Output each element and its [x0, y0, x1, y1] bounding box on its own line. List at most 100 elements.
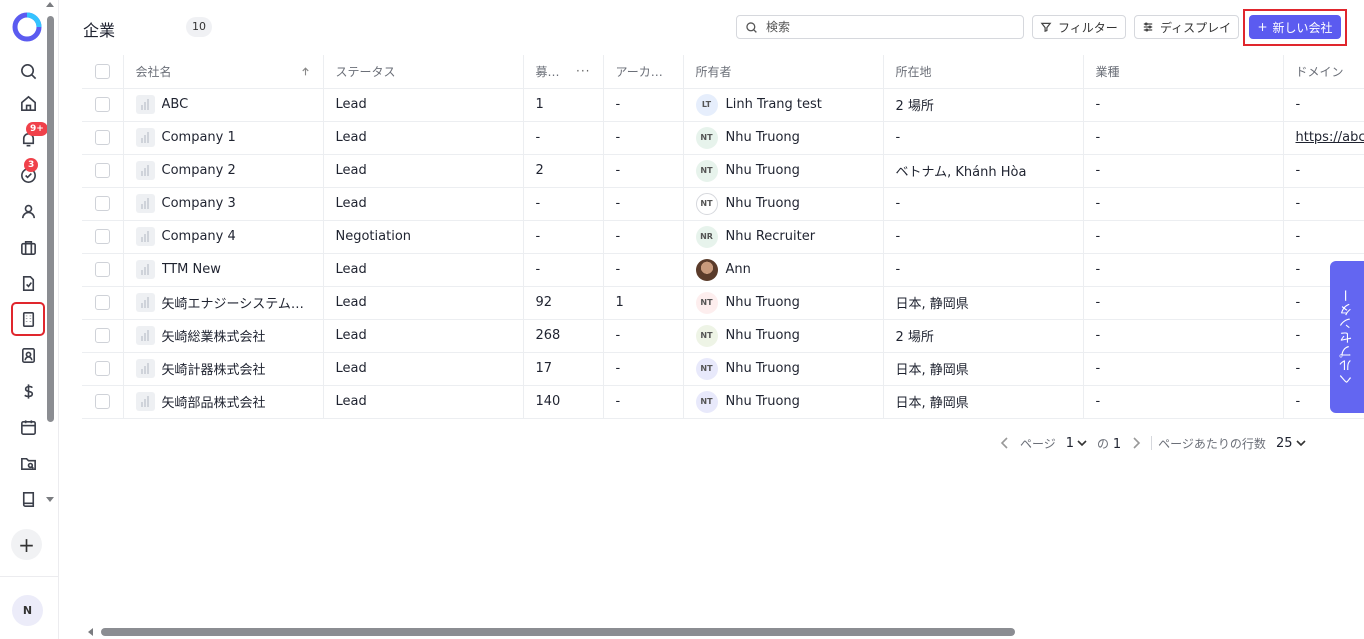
- horizontal-scrollbar[interactable]: [101, 628, 1015, 636]
- company-name-cell[interactable]: TTM New: [123, 253, 324, 287]
- building-icon[interactable]: [11, 302, 45, 336]
- archive-cell[interactable]: -: [603, 319, 684, 353]
- bell-icon[interactable]: 9+: [14, 122, 48, 153]
- next-page-icon[interactable]: [1131, 437, 1141, 449]
- briefcase-icon[interactable]: [14, 233, 42, 261]
- archive-cell[interactable]: -: [603, 220, 684, 254]
- column-header-archive[interactable]: アーカ…: [603, 55, 684, 89]
- company-name-cell[interactable]: 矢崎部品株式会社: [123, 385, 324, 419]
- location-cell[interactable]: -: [883, 187, 1084, 221]
- status-cell[interactable]: Lead: [323, 187, 524, 221]
- company-name-cell[interactable]: 矢崎エナジーシステム株式会社: [123, 286, 324, 320]
- rows-per-page-select[interactable]: 25: [1276, 436, 1307, 451]
- help-center-tab[interactable]: ヘルプセンター: [1330, 261, 1364, 413]
- user-avatar[interactable]: N: [12, 595, 43, 626]
- recruiting-cell[interactable]: 92: [523, 286, 604, 320]
- dollar-icon[interactable]: [14, 377, 42, 405]
- recruiting-cell[interactable]: 268: [523, 319, 604, 353]
- contact-card-icon[interactable]: [14, 341, 42, 369]
- column-header-recruiting[interactable]: 募… ···: [523, 55, 604, 89]
- recruiting-cell[interactable]: 140: [523, 385, 604, 419]
- company-name-cell[interactable]: Company 2: [123, 154, 324, 188]
- archive-cell[interactable]: -: [603, 154, 684, 188]
- column-header-industry[interactable]: 業種: [1083, 55, 1284, 89]
- status-cell[interactable]: Lead: [323, 88, 524, 122]
- archive-cell[interactable]: -: [603, 253, 684, 287]
- row-checkbox[interactable]: [94, 229, 110, 244]
- location-cell[interactable]: -: [883, 121, 1084, 155]
- owner-cell[interactable]: LT Linh Trang test: [683, 88, 884, 122]
- location-cell[interactable]: 2 場所: [883, 88, 1084, 122]
- recruiting-cell[interactable]: 1: [523, 88, 604, 122]
- owner-cell[interactable]: NT Nhu Truong: [683, 385, 884, 419]
- owner-cell[interactable]: NT Nhu Truong: [683, 352, 884, 386]
- table-row[interactable]: 矢崎部品株式会社 Lead 140- NT Nhu Truong 日本, 静岡県 - -: [82, 385, 1364, 419]
- column-header-owner[interactable]: 所有者: [683, 55, 884, 89]
- industry-cell[interactable]: -: [1083, 121, 1284, 155]
- row-checkbox[interactable]: [94, 394, 110, 409]
- app-logo[interactable]: [12, 12, 42, 42]
- industry-cell[interactable]: -: [1083, 319, 1284, 353]
- row-checkbox[interactable]: [94, 196, 110, 211]
- location-cell[interactable]: 日本, 静岡県: [883, 385, 1084, 419]
- domain-cell[interactable]: -: [1283, 220, 1364, 254]
- book-icon[interactable]: [14, 485, 42, 513]
- industry-cell[interactable]: -: [1083, 352, 1284, 386]
- domain-link[interactable]: https://abc.: [1296, 130, 1364, 145]
- recruiting-cell[interactable]: 2: [523, 154, 604, 188]
- filter-button[interactable]: フィルター: [1032, 15, 1126, 39]
- row-checkbox[interactable]: [94, 295, 110, 310]
- column-header-domain[interactable]: ドメイン: [1283, 55, 1364, 89]
- industry-cell[interactable]: -: [1083, 286, 1284, 320]
- status-cell[interactable]: Lead: [323, 121, 524, 155]
- table-row[interactable]: ABC Lead 1- LT Linh Trang test 2 場所 - -: [82, 88, 1364, 122]
- industry-cell[interactable]: -: [1083, 154, 1284, 188]
- folder-search-icon[interactable]: [14, 449, 42, 477]
- row-checkbox[interactable]: [94, 262, 110, 277]
- row-checkbox[interactable]: [94, 328, 110, 343]
- status-cell[interactable]: Lead: [323, 154, 524, 188]
- location-cell[interactable]: 日本, 静岡県: [883, 286, 1084, 320]
- owner-cell[interactable]: NT Nhu Truong: [683, 121, 884, 155]
- scroll-up-arrow-icon[interactable]: [46, 2, 54, 7]
- owner-cell[interactable]: Ann: [683, 253, 884, 287]
- industry-cell[interactable]: -: [1083, 187, 1284, 221]
- status-cell[interactable]: Lead: [323, 319, 524, 353]
- status-cell[interactable]: Lead: [323, 385, 524, 419]
- owner-cell[interactable]: NT Nhu Truong: [683, 154, 884, 188]
- table-row[interactable]: 矢崎計器株式会社 Lead 17- NT Nhu Truong 日本, 静岡県 - -: [82, 352, 1364, 386]
- row-checkbox[interactable]: [94, 361, 110, 376]
- add-workspace-button[interactable]: +: [11, 529, 42, 560]
- scroll-down-arrow-icon[interactable]: [46, 497, 54, 502]
- location-cell[interactable]: -: [883, 220, 1084, 254]
- recruiting-cell[interactable]: -: [523, 253, 604, 287]
- display-button[interactable]: ディスプレイ: [1134, 15, 1240, 39]
- company-name-cell[interactable]: Company 4: [123, 220, 324, 254]
- column-header-location[interactable]: 所在地: [883, 55, 1084, 89]
- archive-cell[interactable]: 1: [603, 286, 684, 320]
- owner-cell[interactable]: NT Nhu Truong: [683, 286, 884, 320]
- more-icon[interactable]: ···: [576, 64, 590, 78]
- column-header-name[interactable]: 会社名: [123, 55, 324, 89]
- table-row[interactable]: 矢崎総業株式会社 Lead 268- NT Nhu Truong 2 場所 - -: [82, 319, 1364, 353]
- tasks-icon[interactable]: 3: [14, 158, 42, 189]
- recruiting-cell[interactable]: 17: [523, 352, 604, 386]
- location-cell[interactable]: 2 場所: [883, 319, 1084, 353]
- search-icon[interactable]: [14, 57, 42, 85]
- table-row[interactable]: TTM New Lead - - Ann - - -: [82, 253, 1364, 287]
- company-name-cell[interactable]: Company 1: [123, 121, 324, 155]
- status-cell[interactable]: Lead: [323, 352, 524, 386]
- location-cell[interactable]: 日本, 静岡県: [883, 352, 1084, 386]
- owner-cell[interactable]: NT Nhu Truong: [683, 187, 884, 221]
- recruiting-cell[interactable]: -: [523, 187, 604, 221]
- table-row[interactable]: Company 1 Lead - - NT Nhu Truong - - https://abc…: [82, 121, 1364, 155]
- home-icon[interactable]: [14, 89, 42, 117]
- owner-cell[interactable]: NR Nhu Recruiter: [683, 220, 884, 254]
- table-row[interactable]: Company 2 Lead 2- NT Nhu Truong ベトナム, Khánh H…: [82, 154, 1364, 188]
- company-name-cell[interactable]: Company 3: [123, 187, 324, 221]
- company-name-cell[interactable]: 矢崎総業株式会社: [123, 319, 324, 353]
- recruiting-cell[interactable]: -: [523, 220, 604, 254]
- archive-cell[interactable]: -: [603, 187, 684, 221]
- sidebar-scrollbar[interactable]: [47, 16, 54, 422]
- column-header-status[interactable]: ステータス: [323, 55, 524, 89]
